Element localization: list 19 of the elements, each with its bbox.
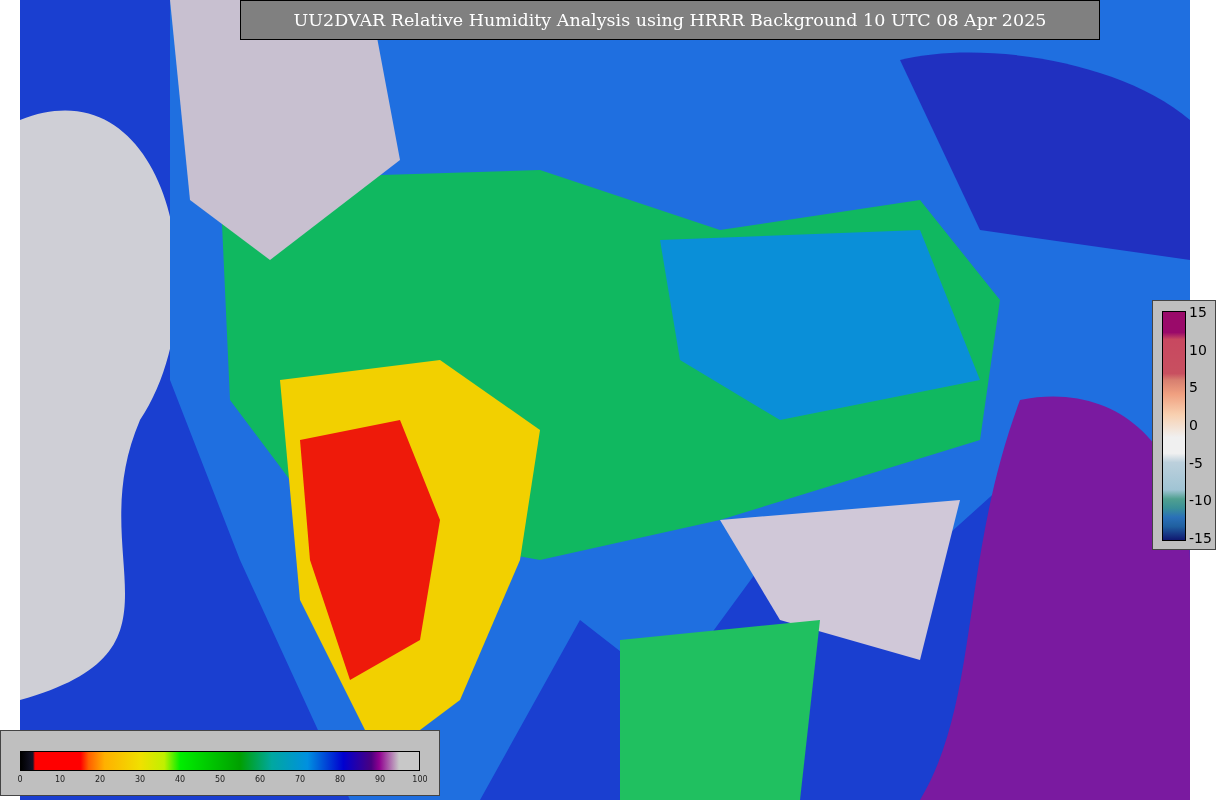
map-title: UU2DVAR Relative Humidity Analysis using HRRR Background 10 UTC 08 Apr 2025	[240, 0, 1100, 40]
tick-label: 70	[293, 775, 307, 785]
tick-label: 80	[333, 775, 347, 785]
tick-label: -5	[1189, 455, 1204, 470]
tick-label: 60	[253, 775, 267, 785]
tick-label: 10	[53, 775, 67, 785]
tick-label: -15	[1189, 530, 1212, 545]
tick-label: 20	[93, 775, 107, 785]
tick-label: -10	[1189, 493, 1212, 508]
tick-label: 40	[173, 775, 187, 785]
tick-label: 0	[1189, 417, 1199, 432]
tick-label: 15	[1189, 305, 1208, 319]
tick-label: 50	[213, 775, 227, 785]
tick-label: 100	[411, 775, 429, 785]
tick-label: 10	[1189, 342, 1208, 357]
tick-label: 0	[16, 775, 24, 785]
tick-label: 90	[373, 775, 387, 785]
tick-label: 5	[1189, 380, 1199, 395]
tick-label: 30	[133, 775, 147, 785]
